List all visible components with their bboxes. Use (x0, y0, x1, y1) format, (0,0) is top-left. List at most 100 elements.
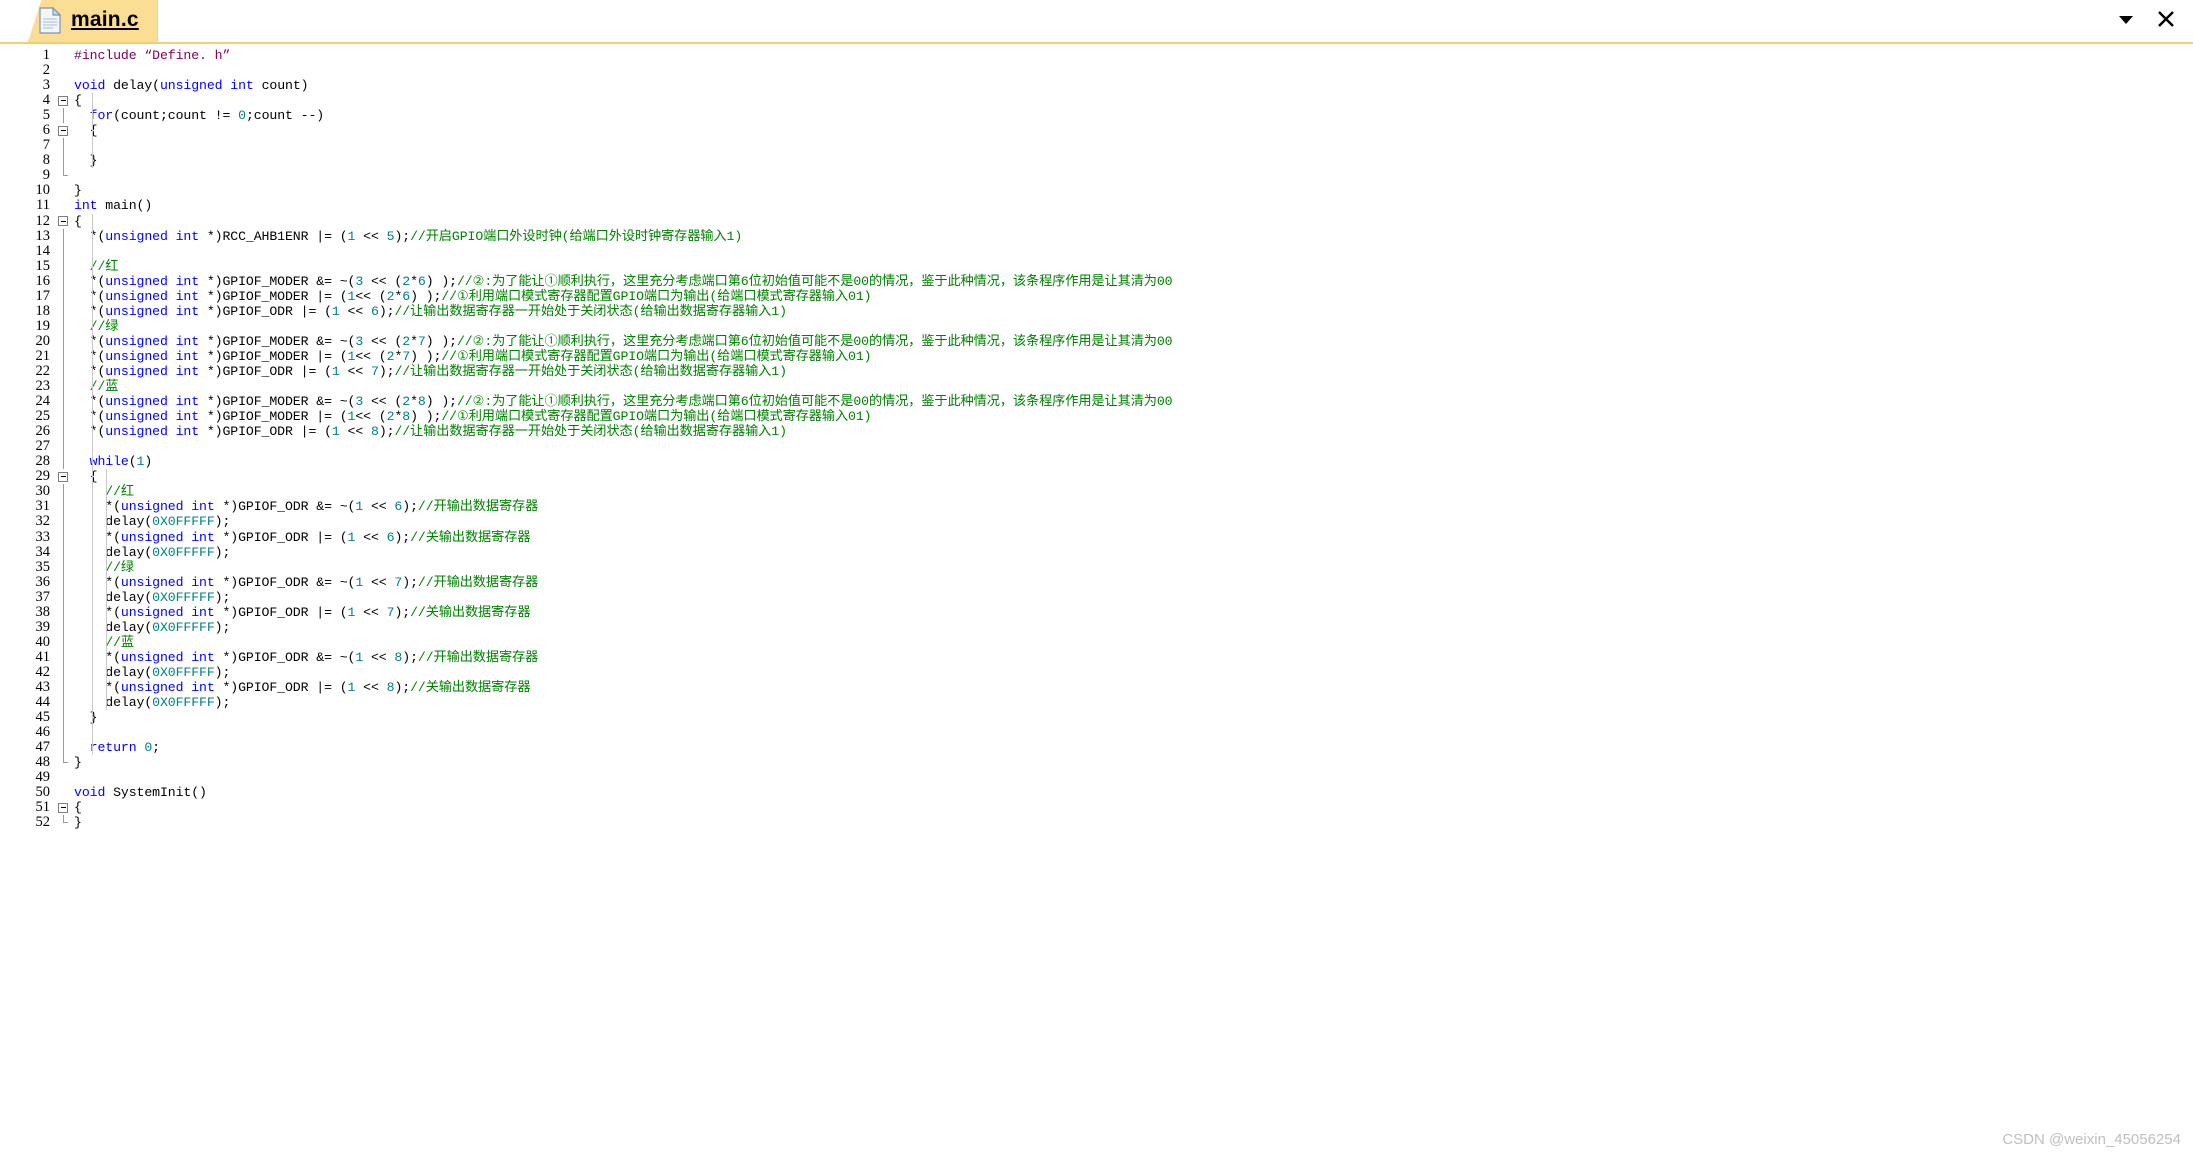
fold-collapse-icon[interactable] (58, 96, 68, 106)
code-token-plain: *)GPIOF_MODER |= ( (207, 409, 348, 424)
code-line[interactable]: delay(0X0FFFFF); (74, 695, 2193, 710)
code-line[interactable]: *(unsigned int *)GPIOF_MODER &= ~(3 << (… (74, 394, 2193, 409)
code-line[interactable]: { (74, 93, 2193, 108)
code-line[interactable]: delay(0X0FFFFF); (74, 590, 2193, 605)
fold-guide-line (63, 319, 64, 334)
code-line[interactable]: *(unsigned int *)GPIOF_MODER |= (1<< (2*… (74, 409, 2193, 424)
code-line[interactable]: *(unsigned int *)GPIOF_ODR |= (1 << 6);/… (74, 304, 2193, 319)
fold-marker-row (56, 560, 74, 575)
code-line[interactable] (74, 168, 2193, 183)
code-token-plain: *( (74, 424, 105, 439)
code-token-plain: *)GPIOF_ODR |= ( (222, 605, 347, 620)
code-token-num: 1 (332, 364, 340, 379)
code-line[interactable]: *(unsigned int *)GPIOF_ODR |= (1 << 8);/… (74, 680, 2193, 695)
fold-guide-line (63, 379, 64, 394)
code-line[interactable]: delay(0X0FFFFF); (74, 545, 2193, 560)
chevron-down-icon[interactable] (2115, 8, 2137, 30)
code-line[interactable]: { (74, 123, 2193, 138)
code-line[interactable]: *(unsigned int *)RCC_AHB1ENR |= (1 << 5)… (74, 229, 2193, 244)
code-line[interactable]: #include “Define. h” (74, 48, 2193, 63)
fold-guide-line (63, 364, 64, 379)
code-line[interactable] (74, 138, 2193, 153)
fold-collapse-icon[interactable] (58, 216, 68, 226)
code-line[interactable]: *(unsigned int *)GPIOF_ODR &= ~(1 << 7);… (74, 575, 2193, 590)
line-number: 21 (0, 349, 54, 364)
code-line[interactable]: while(1) (74, 454, 2193, 469)
code-token-kw: unsigned int (105, 424, 207, 439)
line-number: 7 (0, 138, 54, 153)
code-line[interactable]: *(unsigned int *)GPIOF_ODR |= (1 << 8);/… (74, 424, 2193, 439)
code-line[interactable]: { (74, 800, 2193, 815)
code-line[interactable]: int main() (74, 198, 2193, 213)
code-line[interactable]: *(unsigned int *)GPIOF_ODR |= (1 << 7);/… (74, 605, 2193, 620)
code-line[interactable]: for(count;count != 0;count --) (74, 108, 2193, 123)
close-icon[interactable] (2155, 8, 2177, 30)
code-token-plain: << (340, 424, 371, 439)
code-line[interactable]: void SystemInit() (74, 785, 2193, 800)
code-token-plain: *( (74, 650, 121, 665)
code-line[interactable]: return 0; (74, 740, 2193, 755)
fold-collapse-icon[interactable] (58, 126, 68, 136)
line-number: 19 (0, 319, 54, 334)
code-line[interactable]: //绿 (74, 560, 2193, 575)
code-line[interactable]: { (74, 214, 2193, 229)
code-line[interactable] (74, 63, 2193, 78)
code-token-plain: ) ); (426, 394, 457, 409)
code-token-kw: unsigned int (105, 364, 207, 379)
code-line[interactable] (74, 725, 2193, 740)
code-editor[interactable]: 1234567891011121314151617181920212223242… (0, 44, 2193, 1157)
code-line[interactable]: } (74, 153, 2193, 168)
code-line[interactable]: { (74, 469, 2193, 484)
code-line[interactable]: } (74, 710, 2193, 725)
fold-marker-row (56, 229, 74, 244)
fold-guide-line (63, 304, 64, 319)
code-token-plain: SystemInit() (113, 785, 207, 800)
line-number: 27 (0, 439, 54, 454)
code-token-kw: unsigned int (105, 229, 207, 244)
code-line[interactable] (74, 770, 2193, 785)
code-token-plain: *)GPIOF_ODR |= ( (207, 364, 332, 379)
code-token-plain: ) ); (410, 409, 441, 424)
code-line[interactable]: *(unsigned int *)GPIOF_MODER &= ~(3 << (… (74, 274, 2193, 289)
code-line[interactable]: delay(0X0FFFFF); (74, 620, 2193, 635)
fold-marker-row (56, 710, 74, 725)
code-line[interactable]: *(unsigned int *)GPIOF_ODR &= ~(1 << 6);… (74, 499, 2193, 514)
code-line[interactable]: void delay(unsigned int count) (74, 78, 2193, 93)
code-line[interactable]: delay(0X0FFFFF); (74, 665, 2193, 680)
code-token-num: 7 (418, 334, 426, 349)
code-line[interactable]: *(unsigned int *)GPIOF_MODER &= ~(3 << (… (74, 334, 2193, 349)
line-number: 31 (0, 499, 54, 514)
code-line[interactable]: //蓝 (74, 379, 2193, 394)
code-line[interactable]: *(unsigned int *)GPIOF_ODR |= (1 << 7);/… (74, 364, 2193, 379)
code-line[interactable]: //红 (74, 484, 2193, 499)
code-token-cmt: //①利用端口模式寄存器配置GPIO端口为输出(给端口模式寄存器输入01) (441, 289, 871, 304)
code-line[interactable]: *(unsigned int *)GPIOF_MODER |= (1<< (2*… (74, 349, 2193, 364)
code-line[interactable] (74, 439, 2193, 454)
code-line[interactable]: //红 (74, 259, 2193, 274)
fold-marker-row (56, 168, 74, 183)
code-line[interactable]: //绿 (74, 319, 2193, 334)
code-line[interactable]: *(unsigned int *)GPIOF_ODR &= ~(1 << 8);… (74, 650, 2193, 665)
code-token-num: 7 (402, 349, 410, 364)
code-line[interactable]: delay(0X0FFFFF); (74, 514, 2193, 529)
code-line[interactable]: } (74, 183, 2193, 198)
code-line[interactable] (74, 244, 2193, 259)
code-line[interactable]: *(unsigned int *)GPIOF_ODR |= (1 << 6);/… (74, 530, 2193, 545)
code-content[interactable]: #include “Define. h” void delay(unsigned… (74, 44, 2193, 1157)
fold-collapse-icon[interactable] (58, 472, 68, 482)
line-number: 25 (0, 409, 54, 424)
code-line[interactable]: } (74, 815, 2193, 830)
code-line[interactable]: } (74, 755, 2193, 770)
code-line[interactable]: //蓝 (74, 635, 2193, 650)
editor-tab-main-c[interactable]: main.c (28, 0, 158, 42)
fold-collapse-icon[interactable] (58, 803, 68, 813)
line-number: 20 (0, 334, 54, 349)
code-line[interactable]: *(unsigned int *)GPIOF_MODER |= (1<< (2*… (74, 289, 2193, 304)
code-token-cmt: //让输出数据寄存器一开始处于关闭状态(给输出数据寄存器输入1) (394, 304, 786, 319)
code-folding-column[interactable] (56, 48, 74, 830)
line-number: 2 (0, 63, 54, 78)
fold-guide-line (63, 575, 64, 590)
code-token-plain: << (363, 499, 394, 514)
line-number: 48 (0, 755, 54, 770)
code-token-plain: } (74, 815, 82, 830)
